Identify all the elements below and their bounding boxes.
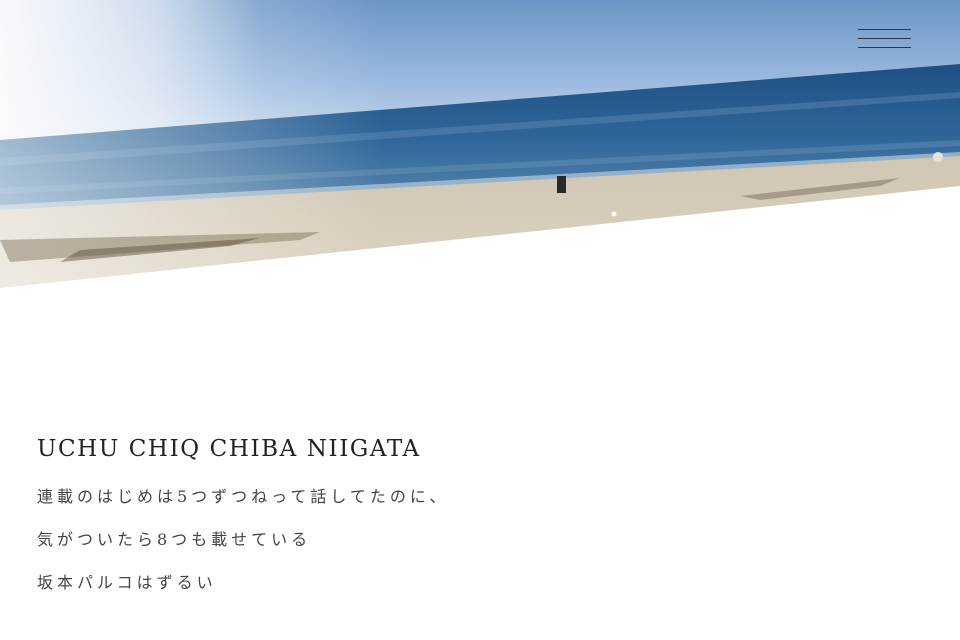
text-line-1: 連載のはじめは5つずつねって話してたのに、 <box>37 487 450 506</box>
text-line-2: 気がついたら8つも載せている <box>37 530 312 549</box>
main-content: UCHU CHIQ CHIBA NIIGATA 連載のはじめは5つずつねって話し… <box>37 432 917 615</box>
menu-line-bottom <box>858 47 911 48</box>
hero-image <box>0 0 960 300</box>
page-title: UCHU CHIQ CHIBA NIIGATA <box>37 436 421 462</box>
text-lines: 連載のはじめは5つずつねって話してたのに、 気がついたら8つも載せている 坂本パ… <box>37 486 917 615</box>
menu-line-top <box>858 29 911 30</box>
hamburger-menu-icon[interactable] <box>852 22 916 56</box>
menu-line-middle <box>858 38 911 39</box>
text-line-3: 坂本パルコはずるい <box>37 573 217 592</box>
